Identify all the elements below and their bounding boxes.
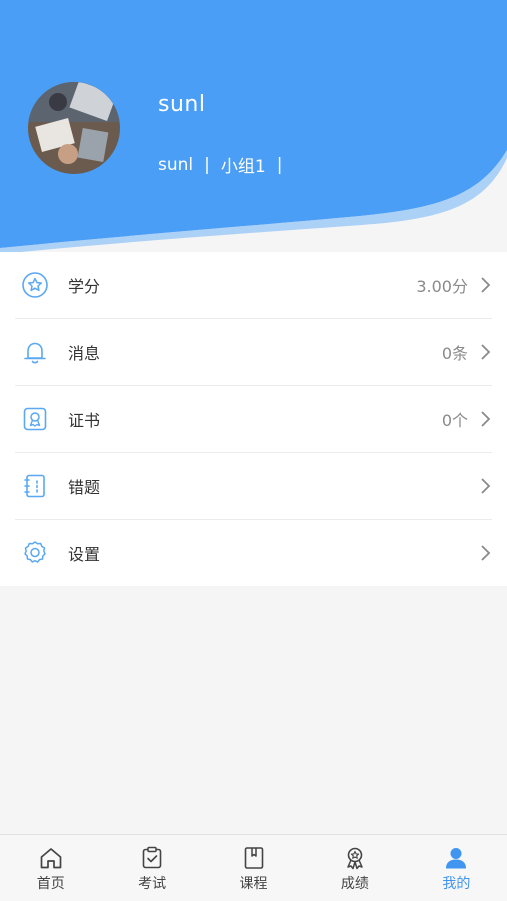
bottom-tab-bar: 首页 考试 课程 成绩 我的 <box>0 834 507 901</box>
menu-item-wrong-questions[interactable]: 错题 <box>15 453 492 520</box>
menu-item-settings[interactable]: 设置 <box>15 520 492 586</box>
chevron-right-icon <box>481 545 491 561</box>
notebook-icon <box>20 471 50 501</box>
chevron-right-icon <box>481 411 491 427</box>
menu-value-messages: 0条 <box>441 344 468 363</box>
menu-label-messages: 消息 <box>68 344 101 363</box>
menu-value-credits: 3.00分 <box>416 277 468 296</box>
menu-item-certificates[interactable]: 证书 0个 <box>15 386 492 453</box>
menu-label-certificates: 证书 <box>68 411 101 430</box>
tab-label-courses: 课程 <box>239 876 268 892</box>
chevron-right-icon <box>481 344 491 360</box>
tab-label-home: 首页 <box>36 876 65 892</box>
profile-username: sunl <box>158 92 206 117</box>
avatar[interactable] <box>28 82 120 174</box>
menu-value-certificates: 0个 <box>441 411 468 430</box>
menu-label-credits: 学分 <box>68 277 101 296</box>
clipboard-check-icon <box>139 845 165 871</box>
home-icon <box>38 845 64 871</box>
tab-label-scores: 成绩 <box>340 876 369 892</box>
menu-label-wrong-questions: 错题 <box>68 478 101 497</box>
user-icon <box>443 845 469 871</box>
menu-item-credits[interactable]: 学分 3.00分 <box>15 252 492 319</box>
profile-separator-trailing: | <box>276 154 283 175</box>
book-icon <box>241 845 267 871</box>
medal-icon <box>342 845 368 871</box>
profile-separator: | <box>204 154 210 175</box>
menu-item-messages[interactable]: 消息 0条 <box>15 319 492 386</box>
tab-mine[interactable]: 我的 <box>406 835 507 901</box>
profile-header: sunl sunl | 小组1 | <box>0 0 507 260</box>
profile-group: 小组1 <box>220 157 266 177</box>
menu-label-settings: 设置 <box>68 545 101 564</box>
tab-home[interactable]: 首页 <box>0 835 101 901</box>
chevron-right-icon <box>481 277 491 293</box>
star-icon <box>20 270 50 300</box>
tab-label-mine: 我的 <box>442 876 471 892</box>
profile-subinfo: sunl | 小组1 | <box>158 152 293 178</box>
profile-account: sunl <box>158 154 194 175</box>
certificate-icon <box>20 404 50 434</box>
profile-menu: 学分 3.00分 消息 0条 证书 0个 错题 设置 <box>0 252 507 586</box>
avatar-photo-icon <box>28 82 120 174</box>
tab-courses[interactable]: 课程 <box>203 835 304 901</box>
tab-scores[interactable]: 成绩 <box>304 835 405 901</box>
chevron-right-icon <box>481 478 491 494</box>
gear-icon <box>20 538 50 568</box>
bell-icon <box>20 337 50 367</box>
tab-label-exam: 考试 <box>138 876 167 892</box>
tab-exam[interactable]: 考试 <box>101 835 202 901</box>
